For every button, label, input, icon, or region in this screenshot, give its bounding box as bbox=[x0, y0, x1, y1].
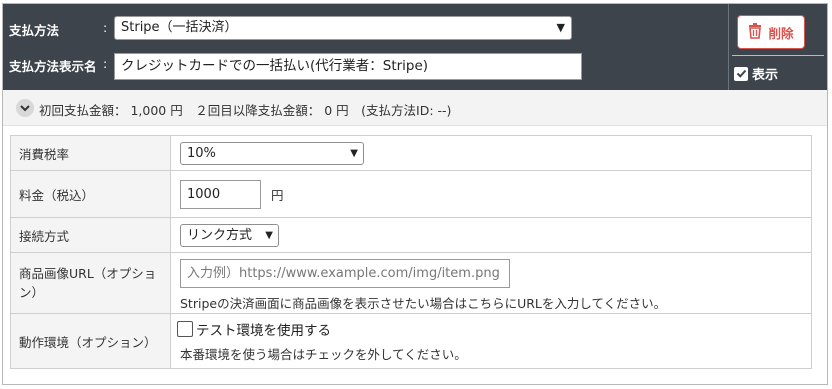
table-row: 消費税率 10% ▼ bbox=[10, 135, 812, 171]
image-url-label-line1: 商品画像URL（オプショ bbox=[19, 266, 157, 281]
image-url-label-line2: ン） bbox=[19, 285, 45, 300]
table-row: 料金（税込） 1000 円 bbox=[10, 170, 812, 218]
settings-table: 消費税率 10% ▼ 料金（税込） 1000 円 接続方式 リンク方式 ▼ 商品… bbox=[10, 135, 812, 369]
payment-method-panel: 支払方法 : Stripe（一括決済） ▼ 支払方法表示名 : クレジットカード… bbox=[2, 3, 828, 385]
environment-label: 動作環境（オプション） bbox=[10, 313, 171, 369]
connection-method-select[interactable]: リンク方式 ▼ bbox=[180, 223, 279, 247]
price-input[interactable]: 1000 bbox=[180, 179, 261, 209]
show-toggle[interactable]: 表示 bbox=[734, 64, 778, 83]
trash-icon bbox=[748, 22, 762, 42]
image-url-input[interactable]: 入力例）https://www.example.com/img/item.png bbox=[180, 258, 510, 288]
environment-cell: テスト環境を使用する 本番環境を使う場合はチェックを外してください。 bbox=[170, 313, 812, 369]
tax-rate-select[interactable]: 10% ▼ bbox=[180, 141, 364, 165]
table-row: 商品画像URL（オプショ ン） 入力例）https://www.example.… bbox=[10, 252, 812, 314]
connection-method-cell: リンク方式 ▼ bbox=[170, 217, 812, 253]
chevron-down-icon: ▼ bbox=[265, 229, 273, 241]
check-icon[interactable] bbox=[734, 66, 748, 81]
payment-method-header: 支払方法 : Stripe（一括決済） ▼ 支払方法表示名 : クレジットカード… bbox=[3, 4, 827, 90]
environment-help: 本番環境を使う場合はチェックを外してください。 bbox=[180, 347, 467, 362]
payment-method-value: Stripe（一括決済） bbox=[121, 20, 238, 35]
tax-rate-label: 消費税率 bbox=[10, 135, 171, 171]
table-row: 動作環境（オプション） テスト環境を使用する 本番環境を使う場合はチェックを外し… bbox=[10, 313, 812, 369]
tax-rate-value: 10% bbox=[187, 145, 216, 161]
display-name-colon: : bbox=[103, 56, 108, 71]
display-name-label: 支払方法表示名 bbox=[9, 59, 97, 74]
header-actions: 削除 表示 bbox=[728, 4, 827, 90]
chevron-down-icon: ▼ bbox=[556, 21, 565, 34]
price-cell: 1000 円 bbox=[170, 170, 812, 218]
payment-method-select[interactable]: Stripe（一括決済） ▼ bbox=[114, 16, 572, 40]
price-label: 料金（税込） bbox=[10, 170, 171, 218]
payment-summary: 初回支払金額： 1,000 円 ２回目以降支払金額： 0 円 (支払方法ID: … bbox=[3, 90, 827, 126]
connection-method-value: リンク方式 bbox=[187, 227, 253, 243]
show-label: 表示 bbox=[752, 68, 779, 83]
chevron-down-icon: ▼ bbox=[350, 147, 358, 159]
chevron-down-icon[interactable] bbox=[16, 99, 34, 117]
table-row: 接続方式 リンク方式 ▼ bbox=[10, 217, 812, 253]
tax-rate-cell: 10% ▼ bbox=[170, 135, 812, 171]
test-env-label[interactable]: テスト環境を使用する bbox=[196, 323, 331, 339]
delete-button[interactable]: 削除 bbox=[737, 15, 805, 49]
summary-text: 初回支払金額： 1,000 円 ２回目以降支払金額： 0 円 (支払方法ID: … bbox=[39, 103, 452, 118]
test-env-checkbox[interactable] bbox=[177, 321, 193, 337]
price-unit: 円 bbox=[271, 187, 284, 203]
delete-button-label: 削除 bbox=[768, 25, 794, 41]
connection-method-label: 接続方式 bbox=[10, 217, 171, 253]
image-url-help: Stripeの決済画面に商品画像を表示させたい場合はこちらにURLを入力してくだ… bbox=[180, 295, 667, 311]
method-label: 支払方法 bbox=[9, 23, 60, 38]
image-url-cell: 入力例）https://www.example.com/img/item.png… bbox=[170, 252, 812, 314]
header-divider bbox=[732, 55, 824, 56]
method-label-colon: : bbox=[103, 20, 108, 35]
display-name-input[interactable]: クレジットカードでの一括払い(代行業者：Stripe) bbox=[114, 53, 582, 80]
image-url-label: 商品画像URL（オプショ ン） bbox=[10, 252, 171, 314]
